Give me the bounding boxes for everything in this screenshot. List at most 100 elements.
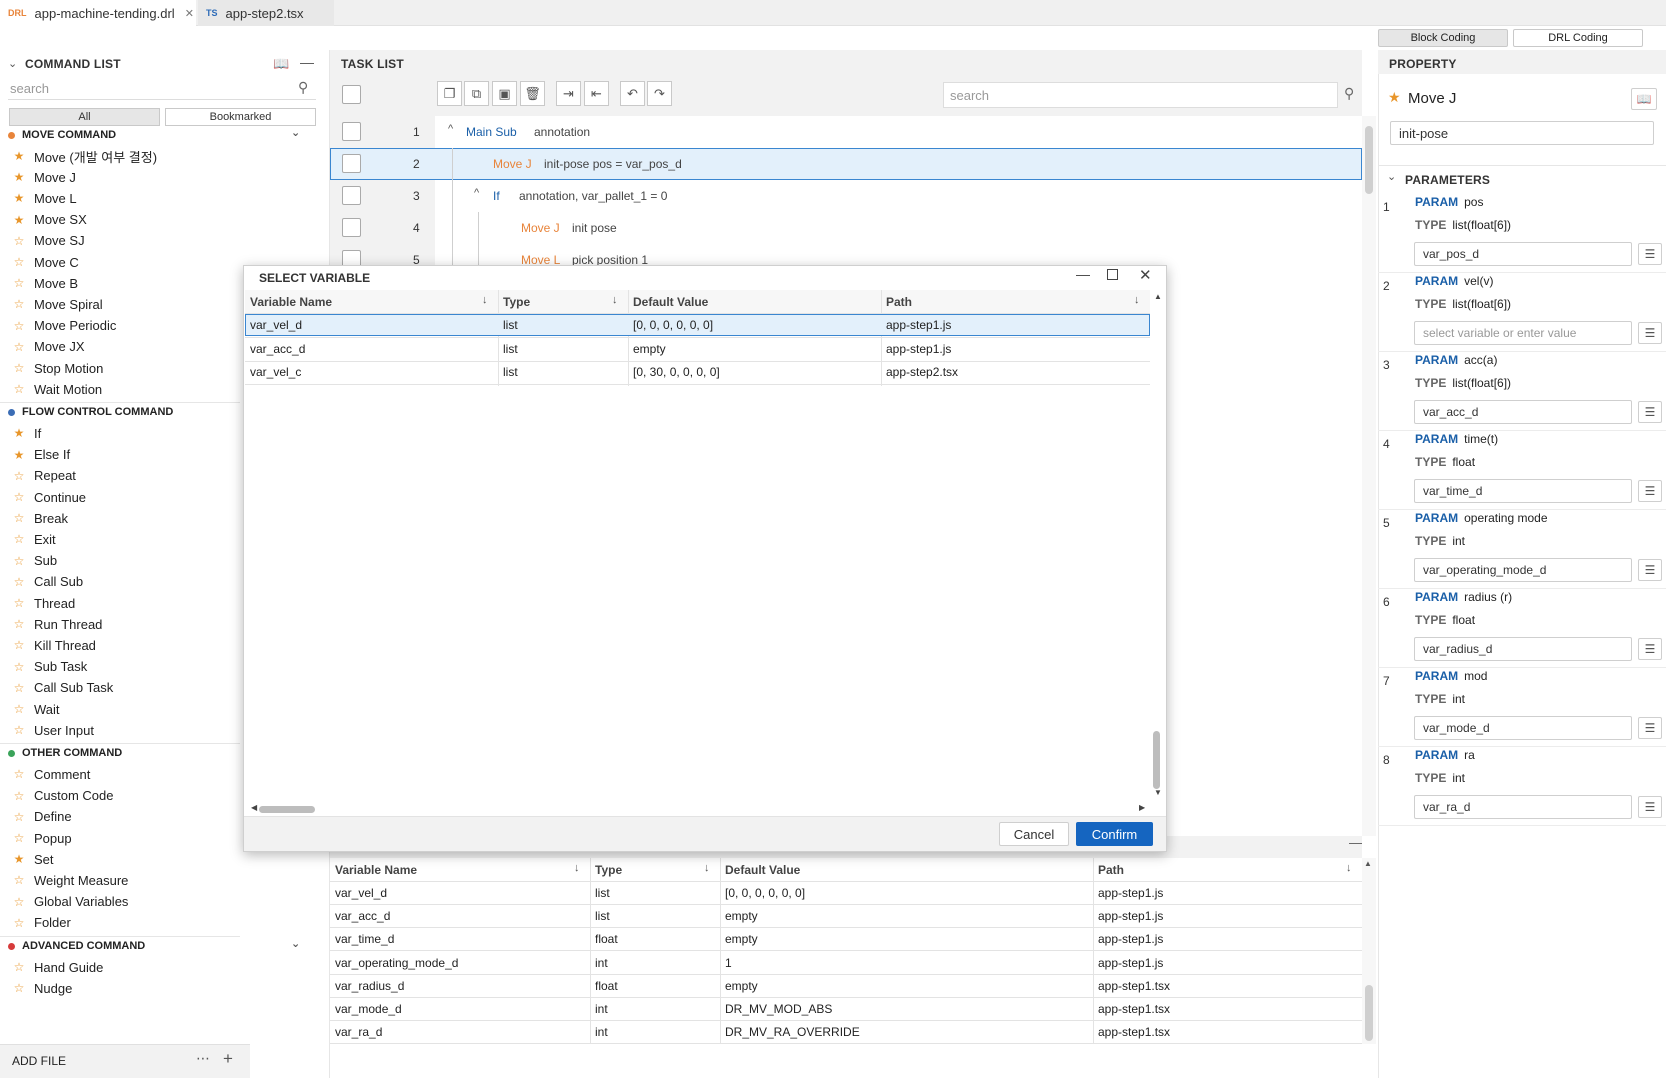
- category-header[interactable]: ADVANCED COMMAND ⌄: [0, 935, 330, 957]
- sort-arrow-icon[interactable]: ↓: [574, 862, 580, 874]
- command-item[interactable]: ★ Else If: [0, 444, 240, 466]
- book-icon[interactable]: 📖: [1631, 88, 1657, 110]
- list-icon[interactable]: ☰: [1638, 796, 1662, 818]
- collapse-chevron-icon[interactable]: ⌄: [291, 937, 300, 950]
- task-row[interactable]: [330, 212, 1362, 244]
- star-icon[interactable]: ☆: [12, 490, 26, 504]
- more-icon[interactable]: ⋯: [196, 1050, 210, 1067]
- command-item[interactable]: ★ If: [0, 422, 240, 444]
- select-all-checkbox[interactable]: [342, 85, 361, 104]
- task-row-checkbox[interactable]: [342, 154, 361, 173]
- table-header-path[interactable]: Path: [1093, 858, 1362, 882]
- star-icon[interactable]: ☆: [12, 469, 26, 483]
- command-item[interactable]: ☆ Break: [0, 507, 240, 529]
- block-coding-button[interactable]: Block Coding: [1378, 29, 1508, 47]
- star-icon[interactable]: ★: [1388, 89, 1401, 106]
- sort-arrow-icon[interactable]: ↓: [482, 294, 488, 306]
- star-icon[interactable]: ☆: [12, 723, 26, 737]
- property-name-input[interactable]: init-pose: [1390, 121, 1654, 145]
- command-item[interactable]: ★ Move SX: [0, 209, 240, 231]
- star-icon[interactable]: ☆: [12, 873, 26, 887]
- scroll-up-icon[interactable]: ▲: [1364, 859, 1372, 868]
- task-scrollbar-thumb[interactable]: [1365, 126, 1373, 194]
- param-value-input[interactable]: var_radius_d: [1414, 637, 1632, 661]
- task-scrollbar[interactable]: [1362, 116, 1376, 836]
- star-icon[interactable]: ☆: [12, 960, 26, 974]
- paste-icon[interactable]: ▣: [492, 81, 517, 106]
- command-item[interactable]: ☆ Move C: [0, 251, 240, 273]
- command-item[interactable]: ☆ Wait Motion: [0, 378, 240, 400]
- table-cell[interactable]: var_vel_c: [245, 361, 498, 383]
- table-header-default-value[interactable]: Default Value: [628, 290, 881, 314]
- collapse-chevron-icon[interactable]: ⌄: [1387, 170, 1396, 183]
- star-icon[interactable]: ☆: [12, 617, 26, 631]
- command-item[interactable]: ☆ Hand Guide: [0, 956, 240, 978]
- task-row-checkbox[interactable]: [342, 186, 361, 205]
- command-item[interactable]: ☆ Folder: [0, 912, 240, 934]
- command-item[interactable]: ☆ Sub: [0, 550, 240, 572]
- task-row[interactable]: [330, 148, 1362, 180]
- command-item[interactable]: ☆ Move SJ: [0, 230, 240, 252]
- command-item[interactable]: ☆ Stop Motion: [0, 357, 240, 379]
- star-icon[interactable]: ☆: [12, 276, 26, 290]
- command-item[interactable]: ☆ Comment: [0, 763, 240, 785]
- star-icon[interactable]: ☆: [12, 831, 26, 845]
- undo-icon[interactable]: ↶: [620, 81, 645, 106]
- copy-icon[interactable]: ❐: [437, 81, 462, 106]
- scroll-left-icon[interactable]: ◀: [251, 803, 257, 812]
- table-cell[interactable]: app-step2.tsx: [881, 361, 1150, 383]
- star-icon[interactable]: ☆: [12, 767, 26, 781]
- command-item[interactable]: ☆ Define: [0, 806, 240, 828]
- star-icon[interactable]: ☆: [12, 638, 26, 652]
- table-cell[interactable]: empty: [628, 338, 881, 360]
- table-header-type[interactable]: Type: [498, 290, 628, 314]
- sort-arrow-icon[interactable]: ↓: [1346, 862, 1352, 874]
- command-item[interactable]: ☆ Thread: [0, 592, 240, 614]
- list-icon[interactable]: ☰: [1638, 401, 1662, 423]
- task-search-input[interactable]: search: [943, 82, 1338, 108]
- star-icon[interactable]: ☆: [12, 255, 26, 269]
- star-icon[interactable]: ☆: [12, 532, 26, 546]
- drl-coding-button[interactable]: DRL Coding: [1513, 29, 1643, 47]
- cancel-button[interactable]: Cancel: [999, 822, 1069, 846]
- star-icon[interactable]: ☆: [12, 702, 26, 716]
- command-item[interactable]: ☆ Run Thread: [0, 613, 240, 635]
- star-icon[interactable]: ☆: [12, 382, 26, 396]
- duplicate-icon[interactable]: ⧉: [464, 81, 489, 106]
- task-row[interactable]: [330, 180, 1362, 212]
- star-icon[interactable]: ☆: [12, 340, 26, 354]
- table-header-path[interactable]: Path: [881, 290, 1150, 314]
- close-icon[interactable]: ✕: [1139, 266, 1152, 284]
- scroll-up-icon[interactable]: ▲: [1154, 292, 1162, 301]
- star-icon[interactable]: ☆: [12, 575, 26, 589]
- star-icon[interactable]: ☆: [12, 810, 26, 824]
- star-icon[interactable]: ★: [12, 852, 26, 866]
- dialog-hscroll-thumb[interactable]: [259, 806, 315, 813]
- command-item[interactable]: ☆ Kill Thread: [0, 634, 240, 656]
- list-icon[interactable]: ☰: [1638, 480, 1662, 502]
- list-icon[interactable]: ☰: [1638, 559, 1662, 581]
- command-item[interactable]: ★ Move J: [0, 166, 240, 188]
- minimize-icon[interactable]: —: [1349, 835, 1362, 850]
- task-row-checkbox[interactable]: [342, 218, 361, 237]
- list-icon[interactable]: ☰: [1638, 717, 1662, 739]
- scroll-down-icon[interactable]: ▼: [1154, 788, 1162, 797]
- add-icon[interactable]: +: [223, 1049, 233, 1069]
- star-icon[interactable]: ☆: [12, 789, 26, 803]
- table-cell[interactable]: [0, 30, 0, 0, 0, 0]: [628, 361, 881, 383]
- command-search-input[interactable]: search: [8, 78, 316, 100]
- param-value-input[interactable]: var_pos_d: [1414, 242, 1632, 266]
- task-command[interactable]: If: [493, 189, 500, 203]
- delete-icon[interactable]: 🗑: [520, 81, 545, 106]
- variables-scrollbar-thumb[interactable]: [1365, 985, 1373, 1041]
- scroll-right-icon[interactable]: ▶: [1139, 803, 1145, 812]
- command-item[interactable]: ☆ Custom Code: [0, 785, 240, 807]
- command-item[interactable]: ☆ Move JX: [0, 336, 240, 358]
- command-item[interactable]: ☆ Exit: [0, 528, 240, 550]
- command-item[interactable]: ☆ Nudge: [0, 977, 240, 999]
- star-icon[interactable]: ☆: [12, 297, 26, 311]
- command-item[interactable]: ☆ Wait: [0, 698, 240, 720]
- table-cell[interactable]: list: [498, 338, 628, 360]
- command-item[interactable]: ☆ Popup: [0, 827, 240, 849]
- star-icon[interactable]: ★: [12, 426, 26, 440]
